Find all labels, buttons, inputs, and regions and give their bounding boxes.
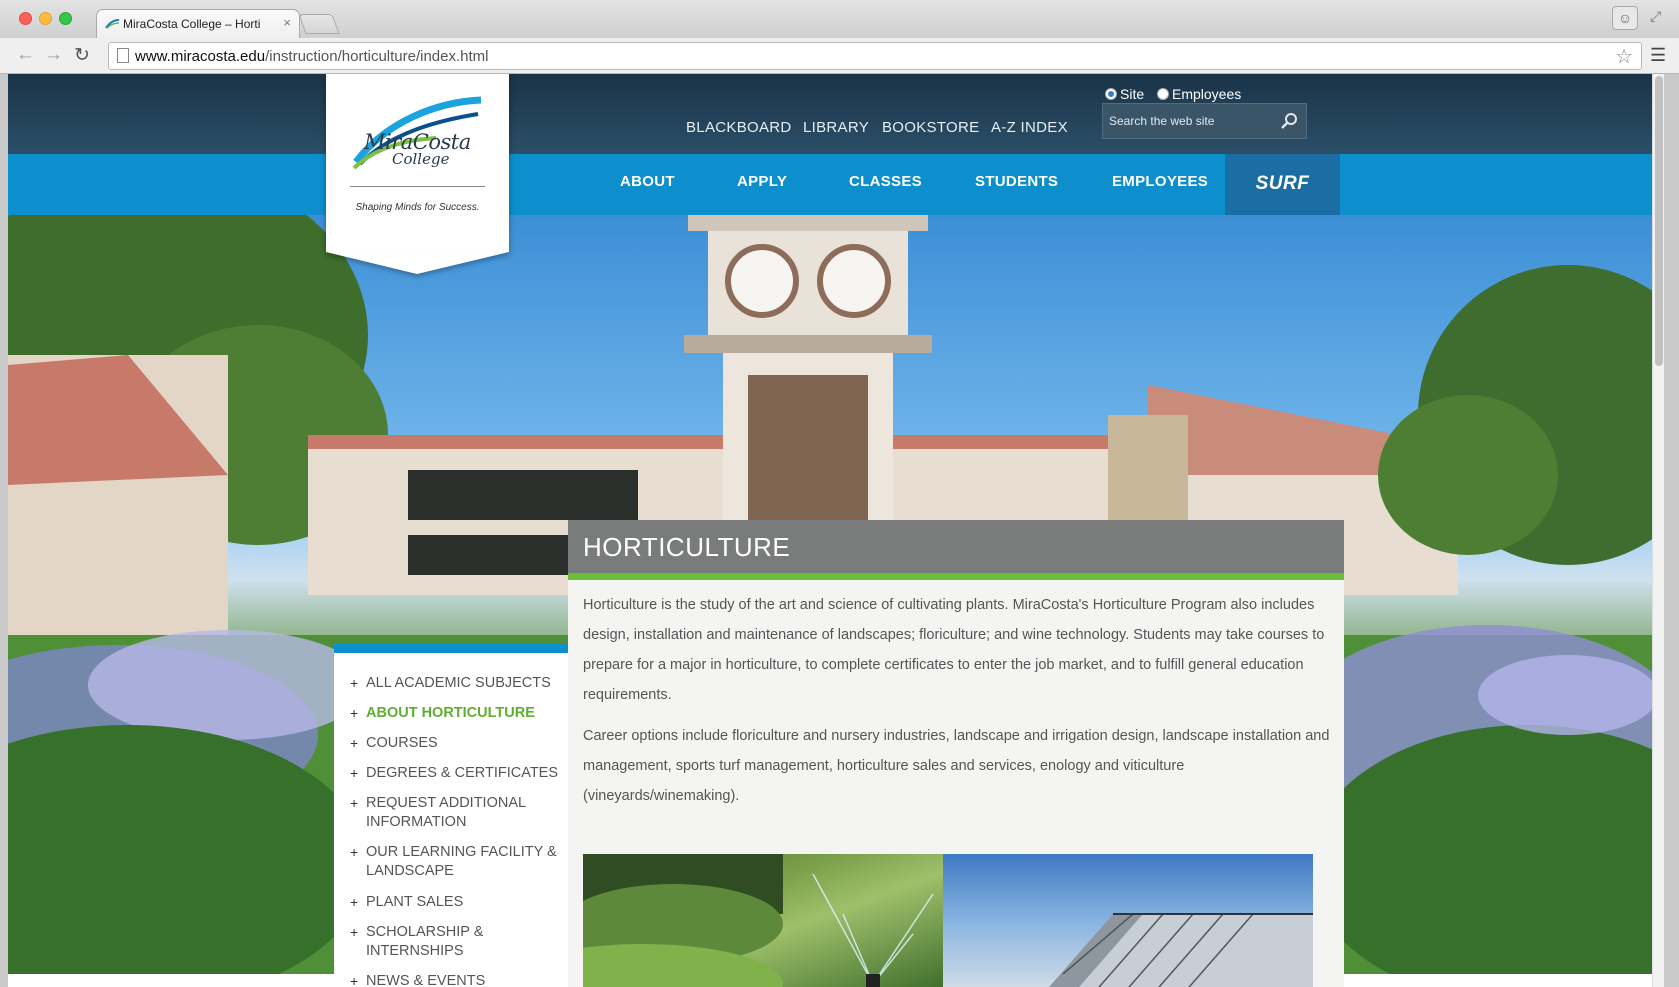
plus-icon: + [350,894,359,910]
radio-site-label: Site [1120,86,1145,102]
page-title: HORTICULTURE [583,532,791,562]
new-tab-button[interactable] [298,14,340,34]
plus-icon: + [350,924,359,940]
plus-icon: + [350,795,359,811]
college-logo[interactable]: MiraCosta College Shaping Minds for Succ… [326,74,509,252]
logo-pointer [326,252,509,274]
garden-photo-illustration [583,854,934,987]
miracosta-favicon-icon [105,19,120,29]
plus-icon: + [350,675,359,691]
utility-header [8,74,1664,154]
util-link-library[interactable]: LIBRARY [803,119,869,136]
nav-apply[interactable]: APPLY [737,173,787,190]
sidebar-item-degrees[interactable]: + Degrees & Certificates [350,764,560,783]
plus-icon: + [350,765,359,781]
logo-tagline: Shaping Minds for Success. [355,202,480,213]
nav-about[interactable]: ABOUT [620,173,675,190]
page-viewport: MiraCosta College Shaping Minds for Succ… [8,74,1664,987]
sidebar-item-all-subjects[interactable]: + All Academic Subjects [350,674,560,693]
sidebar-item-courses[interactable]: + Courses [350,734,560,753]
tab-title: MiraCosta College – Horti [123,17,261,31]
nav-employees[interactable]: EMPLOYEES [1112,173,1208,190]
sidebar-item-request-info[interactable]: + Request Additional Information [350,794,560,832]
nav-students[interactable]: STUDENTS [975,173,1058,190]
scrollbar-thumb[interactable] [1655,76,1663,366]
plus-icon: + [350,973,359,987]
nav-surf[interactable]: SURF [1225,154,1340,215]
browser-toolbar: ← → ↻ www.miracosta.edu/instruction/hort… [0,38,1679,74]
sidebar-item-about-horticulture[interactable]: + About Horticulture [350,704,560,723]
nav-classes[interactable]: CLASSES [849,173,922,190]
back-arrow-icon[interactable]: ← [16,44,35,66]
site-search [1102,103,1307,139]
content-accent-rule [568,573,1344,580]
search-input[interactable] [1103,104,1273,138]
tab-close-icon[interactable]: × [283,15,291,30]
star-icon[interactable]: ☆ [1615,44,1633,69]
page-scrollbar[interactable] [1652,74,1664,987]
sidebar-item-news-events[interactable]: + News & Events [350,972,560,987]
logo-name-line2: College [392,150,450,168]
main-content: HORTICULTURE Horticulture is the study o… [568,520,1344,987]
profile-icon[interactable]: ☺ [1612,6,1638,30]
intro-paragraph: Horticulture is the study of the art and… [583,597,1325,703]
career-paragraph: Career options include floriculture and … [583,728,1330,804]
greenhouse-photo-illustration [1049,913,1313,987]
util-link-az-index[interactable]: A-Z INDEX [991,119,1068,136]
radio-employees[interactable] [1157,88,1169,100]
util-link-bookstore[interactable]: BOOKSTORE [882,119,979,136]
search-icon[interactable] [1280,112,1298,130]
url-text[interactable]: www.miracosta.edu/instruction/horticultu… [135,48,489,65]
url-path: /instruction/horticulture/index.html [265,48,489,65]
greenhouse-photo [943,854,1313,987]
main-nav-bar [8,154,1664,215]
util-link-blackboard[interactable]: BLACKBOARD [686,119,792,136]
expand-icon[interactable]: ⤢ [1650,8,1661,25]
logo-divider [350,186,485,187]
content-header: HORTICULTURE [568,520,1344,573]
reload-icon[interactable]: ↻ [74,44,90,67]
minimize-window-button[interactable] [39,12,52,25]
zoom-window-button[interactable] [59,12,72,25]
plus-icon: + [350,844,359,860]
menu-icon[interactable]: ☰ [1650,45,1666,66]
url-host: www.miracosta.edu [135,48,266,65]
garden-sprinkler-photo [583,854,943,987]
sidebar-item-learning-facility[interactable]: + Our Learning Facility & Landscape [350,843,560,881]
browser-tab[interactable]: MiraCosta College – Horti × [96,9,300,39]
plus-icon: + [350,735,359,751]
browser-titlebar: MiraCosta College – Horti × ☺ ⤢ [0,0,1679,39]
sidebar-top-bar [334,644,568,653]
radio-site[interactable] [1105,88,1117,100]
section-sidebar: + All Academic Subjects + About Horticultu… [334,644,568,987]
address-bar[interactable]: www.miracosta.edu/instruction/horticultu… [108,42,1642,70]
plus-icon: + [350,705,359,721]
forward-arrow-icon[interactable]: → [44,44,63,66]
close-window-button[interactable] [19,12,32,25]
browser-window: MiraCosta College – Horti × ☺ ⤢ ← → ↻ ww… [0,0,1679,987]
page-icon [117,48,129,63]
surf-logo-text: SURF [1255,173,1310,194]
sidebar-item-plant-sales[interactable]: + Plant Sales [350,893,560,912]
sidebar-item-scholarship[interactable]: + Scholarship & Internships [350,923,560,961]
radio-employees-label: Employees [1172,86,1242,102]
